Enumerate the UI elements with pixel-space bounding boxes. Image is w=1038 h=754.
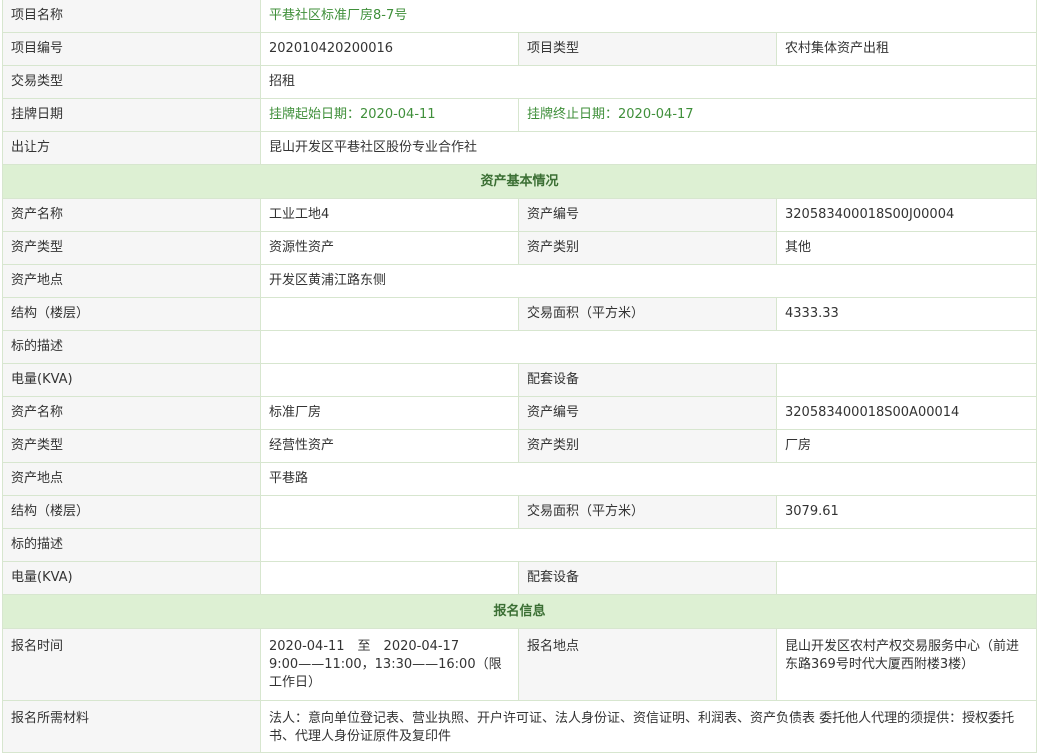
listing-end-date: 挂牌终止日期：2020-04-17 bbox=[517, 98, 1038, 132]
asset-area-value: 4333.33 bbox=[775, 297, 1038, 331]
asset-description-value bbox=[259, 330, 1038, 364]
registration-section-title: 报名信息 bbox=[1, 594, 1038, 629]
transferor-value: 昆山开发区平巷社区股份专业合作社 bbox=[259, 131, 1038, 165]
asset-category-value: 厂房 bbox=[775, 429, 1038, 463]
asset-section-title: 资产基本情况 bbox=[1, 164, 1038, 199]
row-asset-structure: 结构（楼层） 交易面积（平方米） 3079.61 bbox=[2, 495, 1038, 529]
listing-date-label: 挂牌日期 bbox=[2, 98, 261, 132]
asset-name-value: 标准厂房 bbox=[260, 396, 519, 430]
asset-type-label: 资产类型 bbox=[2, 429, 261, 463]
project-number-label: 项目编号 bbox=[2, 32, 261, 66]
registration-materials-label: 报名所需材料 bbox=[2, 700, 261, 753]
row-asset-type: 资产类型 经营性资产 资产类别 厂房 bbox=[2, 429, 1038, 463]
asset-location-label: 资产地点 bbox=[2, 264, 261, 298]
asset-description-value bbox=[259, 528, 1038, 562]
row-project-number: 项目编号 202010420200016 项目类型 农村集体资产出租 bbox=[2, 32, 1038, 66]
transferor-label: 出让方 bbox=[2, 131, 261, 165]
row-listing-date: 挂牌日期 挂牌起始日期：2020-04-11 挂牌终止日期：2020-04-17 bbox=[2, 98, 1038, 132]
asset-equipment-value bbox=[775, 561, 1038, 595]
asset-location-value: 开发区黄浦江路东侧 bbox=[259, 264, 1038, 298]
registration-hours: 9:00——11:00，13:30——16:00（限工作日） bbox=[269, 657, 502, 690]
asset-type-value: 资源性资产 bbox=[260, 231, 519, 265]
asset-structure-value bbox=[260, 495, 519, 529]
asset-equipment-label: 配套设备 bbox=[518, 363, 777, 397]
row-asset-description: 标的描述 bbox=[2, 528, 1038, 562]
asset-type-value: 经营性资产 bbox=[260, 429, 519, 463]
asset-power-label: 电量(KVA) bbox=[2, 363, 261, 397]
asset-section-header: 资产基本情况 bbox=[1, 164, 1038, 199]
asset-description-label: 标的描述 bbox=[2, 528, 261, 562]
project-type-label: 项目类型 bbox=[518, 32, 777, 66]
asset-power-value bbox=[260, 363, 519, 397]
registration-materials-value: 法人：意向单位登记表、营业执照、开户许可证、法人身份证、资信证明、利润表、资产负… bbox=[259, 700, 1038, 753]
asset-equipment-label: 配套设备 bbox=[518, 561, 777, 595]
row-asset-location: 资产地点 开发区黄浦江路东侧 bbox=[2, 264, 1038, 298]
asset-name-label: 资产名称 bbox=[2, 396, 261, 430]
project-type-value: 农村集体资产出租 bbox=[775, 32, 1038, 66]
asset-location-label: 资产地点 bbox=[2, 462, 261, 496]
registration-time-label: 报名时间 bbox=[2, 628, 261, 701]
asset-code-value: 320583400018S00A00014 bbox=[775, 396, 1038, 430]
asset-name-label: 资产名称 bbox=[2, 198, 261, 232]
asset-type-label: 资产类型 bbox=[2, 231, 261, 265]
row-project-name: 项目名称 平巷社区标准厂房8-7号 bbox=[2, 0, 1038, 33]
asset-structure-label: 结构（楼层） bbox=[2, 297, 261, 331]
row-asset-name: 资产名称 标准厂房 资产编号 320583400018S00A00014 bbox=[2, 396, 1038, 430]
asset-name-value: 工业工地4 bbox=[260, 198, 519, 232]
asset-location-value: 平巷路 bbox=[259, 462, 1038, 496]
registration-section-header: 报名信息 bbox=[1, 594, 1038, 629]
row-registration-time: 报名时间 2020-04-11 至 2020-04-17 9:00——11:00… bbox=[2, 628, 1038, 701]
project-name-label: 项目名称 bbox=[2, 0, 261, 33]
asset-structure-value bbox=[260, 297, 519, 331]
row-asset-description: 标的描述 bbox=[2, 330, 1038, 364]
row-asset-structure: 结构（楼层） 交易面积（平方米） 4333.33 bbox=[2, 297, 1038, 331]
asset-code-label: 资产编号 bbox=[518, 198, 777, 232]
asset-code-label: 资产编号 bbox=[518, 396, 777, 430]
asset-power-label: 电量(KVA) bbox=[2, 561, 261, 595]
registration-place-label: 报名地点 bbox=[518, 628, 777, 701]
listing-start-date: 挂牌起始日期：2020-04-11 bbox=[260, 98, 519, 132]
row-asset-type: 资产类型 资源性资产 资产类别 其他 bbox=[2, 231, 1038, 265]
asset-category-value: 其他 bbox=[775, 231, 1038, 265]
row-asset-name: 资产名称 工业工地4 资产编号 320583400018S00J00004 bbox=[2, 198, 1038, 232]
trade-type-label: 交易类型 bbox=[2, 65, 261, 99]
asset-area-value: 3079.61 bbox=[775, 495, 1038, 529]
row-transferor: 出让方 昆山开发区平巷社区股份专业合作社 bbox=[2, 131, 1038, 165]
row-asset-location: 资产地点 平巷路 bbox=[2, 462, 1038, 496]
asset-structure-label: 结构（楼层） bbox=[2, 495, 261, 529]
asset-description-label: 标的描述 bbox=[2, 330, 261, 364]
trade-type-value: 招租 bbox=[259, 65, 1038, 99]
asset-category-label: 资产类别 bbox=[518, 231, 777, 265]
asset-area-label: 交易面积（平方米） bbox=[518, 297, 777, 331]
asset-code-value: 320583400018S00J00004 bbox=[775, 198, 1038, 232]
asset-equipment-value bbox=[775, 363, 1038, 397]
registration-place-value: 昆山开发区农村产权交易服务中心（前进东路369号时代大厦西附楼3楼） bbox=[775, 628, 1038, 701]
registration-date-range: 2020-04-11 至 2020-04-17 bbox=[269, 639, 460, 654]
asset-category-label: 资产类别 bbox=[518, 429, 777, 463]
row-asset-power: 电量(KVA) 配套设备 bbox=[2, 363, 1038, 397]
project-number-value: 202010420200016 bbox=[260, 32, 519, 66]
row-asset-power: 电量(KVA) 配套设备 bbox=[2, 561, 1038, 595]
row-trade-type: 交易类型 招租 bbox=[2, 65, 1038, 99]
asset-area-label: 交易面积（平方米） bbox=[518, 495, 777, 529]
registration-time-value: 2020-04-11 至 2020-04-17 9:00——11:00，13:3… bbox=[260, 628, 519, 701]
asset-power-value bbox=[260, 561, 519, 595]
project-info-table: 项目名称 平巷社区标准厂房8-7号 项目编号 202010420200016 项… bbox=[1, 0, 1038, 753]
project-name-value: 平巷社区标准厂房8-7号 bbox=[259, 0, 1038, 33]
row-registration-materials: 报名所需材料 法人：意向单位登记表、营业执照、开户许可证、法人身份证、资信证明、… bbox=[2, 700, 1038, 753]
